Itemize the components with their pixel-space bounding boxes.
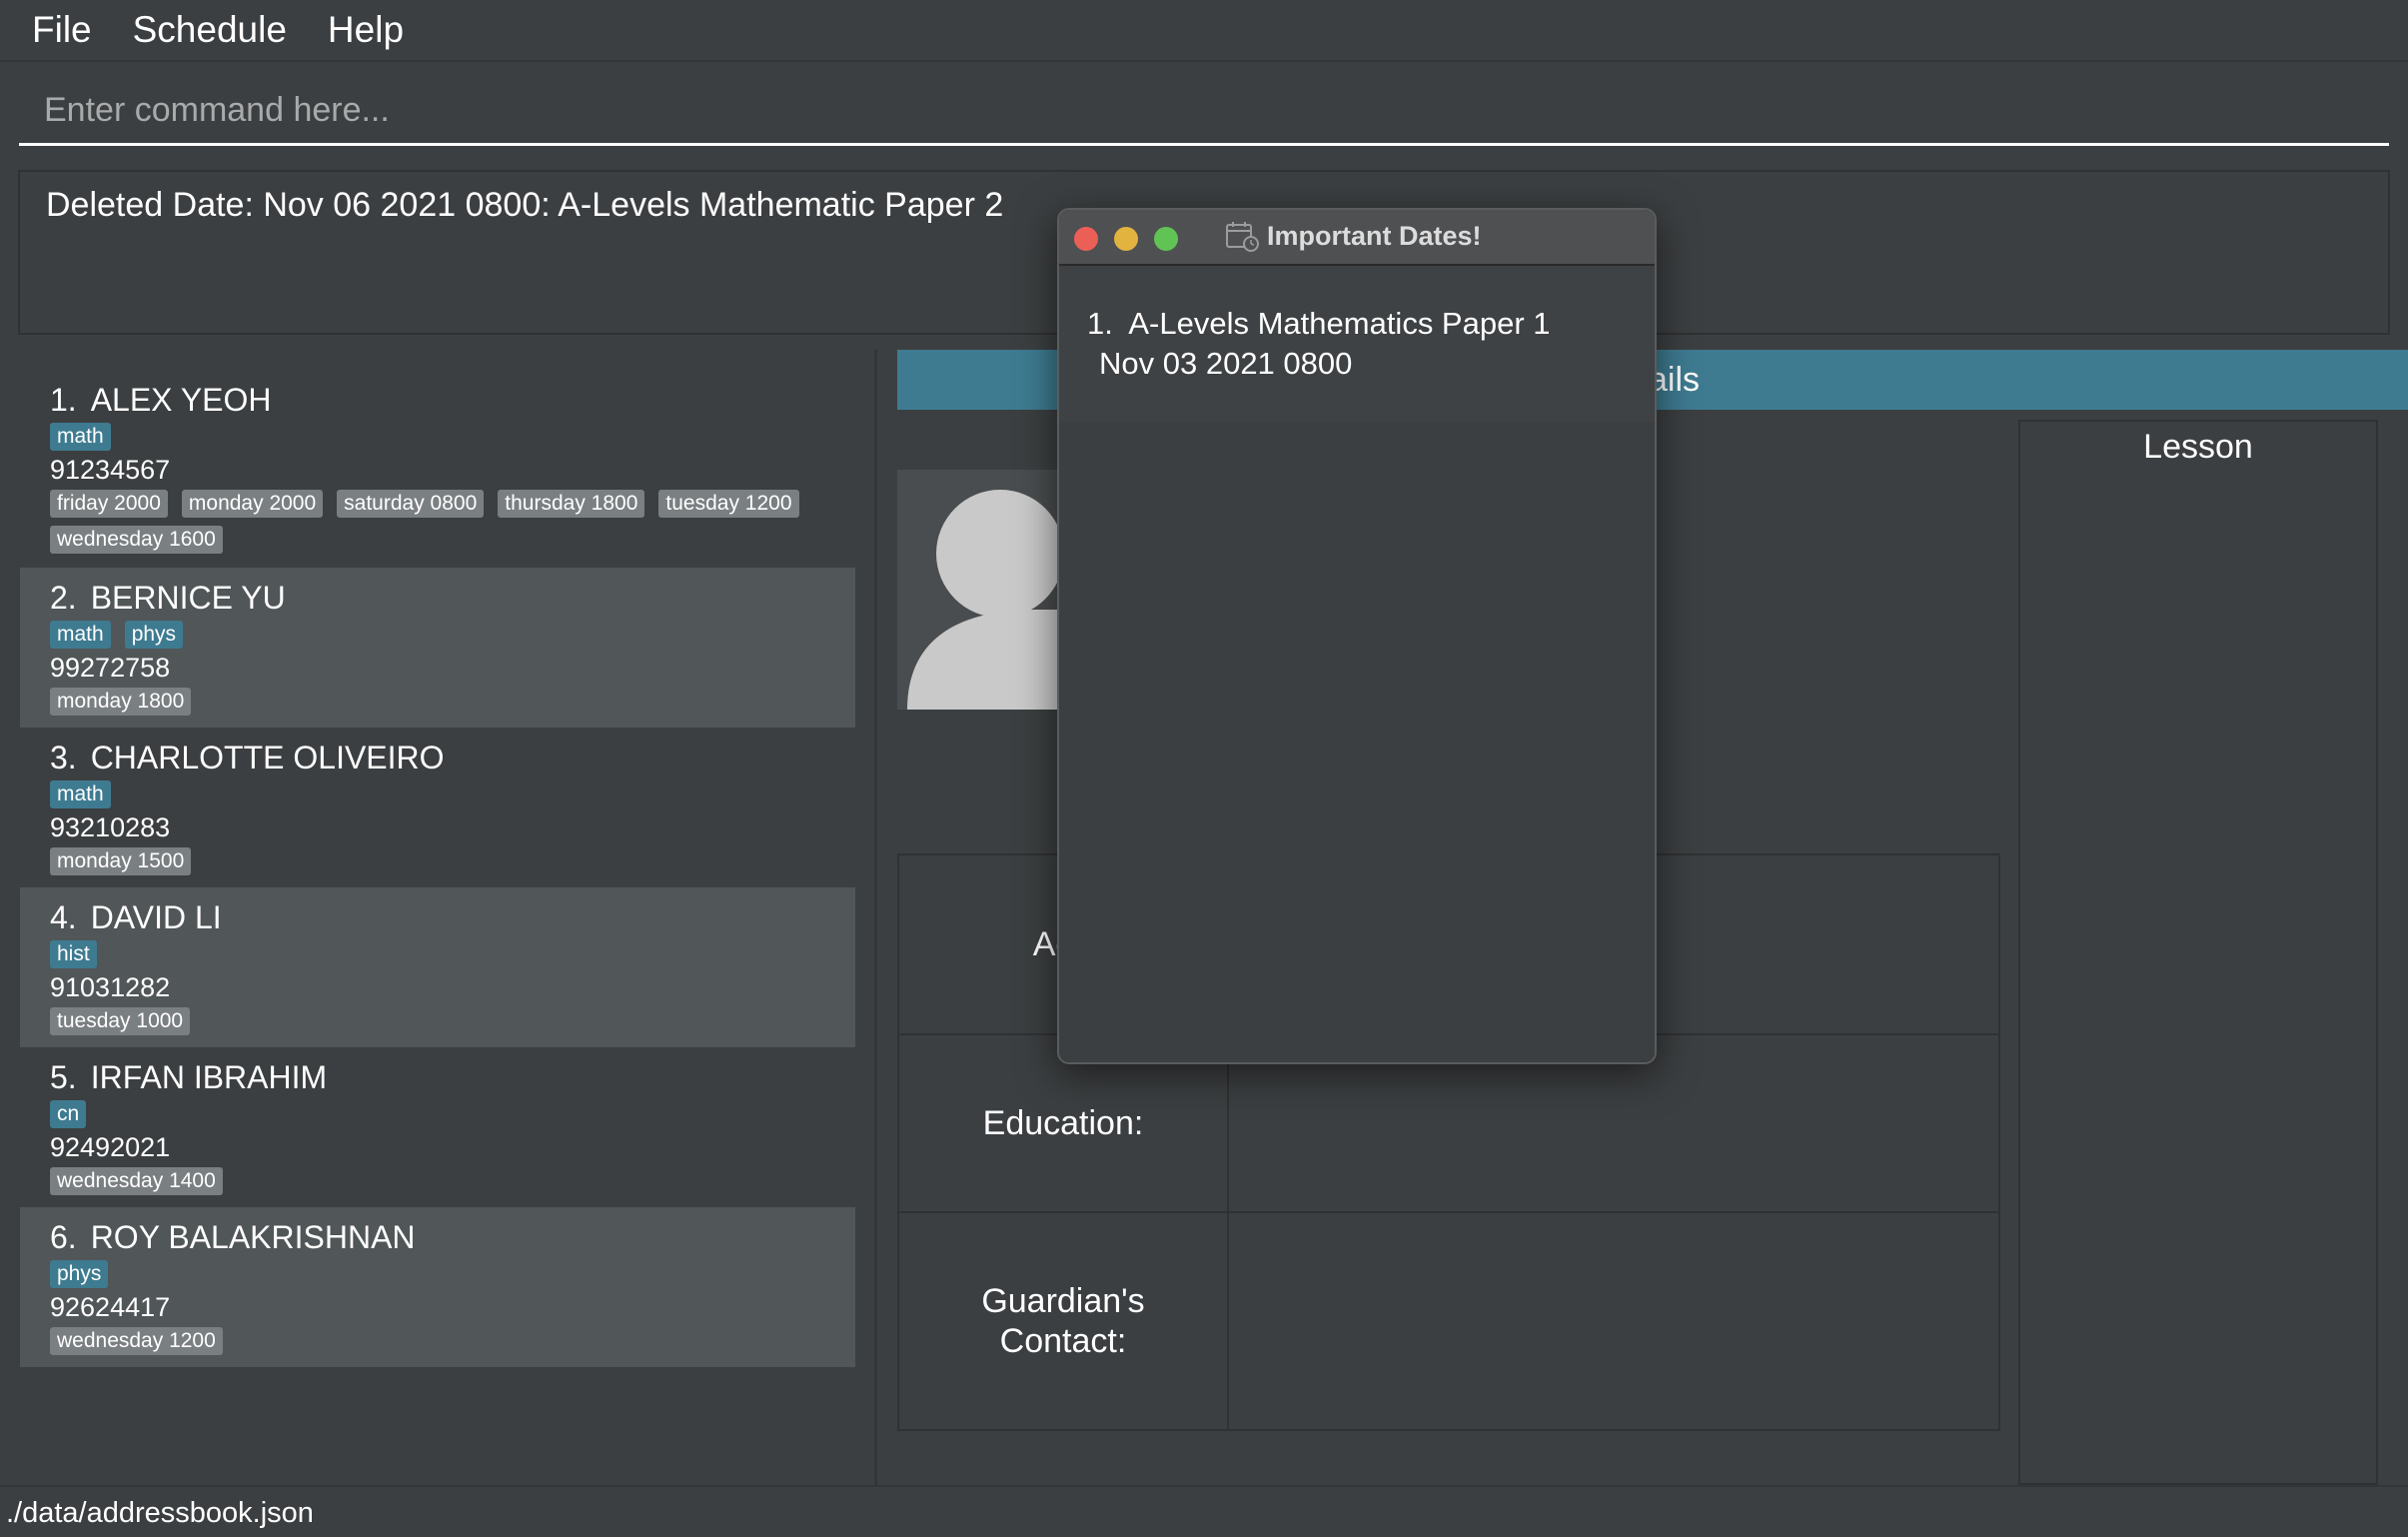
guardian-label-line2: Contact: <box>999 1322 1127 1360</box>
person-index: 3. <box>50 740 77 775</box>
popup-title-text: Important Dates! <box>1267 220 1482 251</box>
person-list[interactable]: 1. ALEX YEOH math 91234567 friday 2000 mo… <box>0 350 877 1485</box>
time-tag: monday 2000 <box>181 490 324 518</box>
person-card[interactable]: 3. CHARLOTTE OLIVEIRO math 93210283 monda… <box>20 728 855 887</box>
close-window-button[interactable] <box>1074 227 1098 251</box>
menu-bar: File Schedule Help <box>0 0 2408 62</box>
person-phone: 93210283 <box>50 812 171 842</box>
person-index: 1. <box>50 382 77 418</box>
subject-tags: phys <box>50 1260 825 1288</box>
person-name-row: 5. IRFAN IBRAHIM <box>50 1059 825 1096</box>
time-tag: wednesday 1600 <box>50 526 223 554</box>
subject-tag: phys <box>124 621 184 649</box>
subject-tag: hist <box>50 940 97 968</box>
popup-title: Important Dates! <box>1225 220 1482 252</box>
important-dates-window[interactable]: Important Dates! 1. A-Levels Mathematics… <box>1057 208 1657 1064</box>
person-name: IRFAN IBRAHIM <box>90 1059 328 1095</box>
time-tags: tuesday 1000 <box>50 1007 825 1035</box>
guardian-row: Guardian's Contact: <box>899 1213 1998 1429</box>
user-silhouette-icon <box>897 470 1059 710</box>
subject-tags: cn <box>50 1100 825 1128</box>
person-phone: 92624417 <box>50 1292 171 1322</box>
time-tag: wednesday 1200 <box>50 1327 223 1355</box>
status-path: ./data/addressbook.json <box>6 1497 314 1529</box>
subject-tag: math <box>50 423 111 451</box>
subject-tags: math phys <box>50 621 825 649</box>
menu-help[interactable]: Help <box>328 9 404 51</box>
person-card[interactable]: 5. IRFAN IBRAHIM cn 92492021 wednesday 14… <box>20 1047 855 1207</box>
person-card[interactable]: 2. BERNICE YU math phys 99272758 monday 1… <box>20 568 855 728</box>
time-tags: friday 2000 monday 2000 saturday 0800 th… <box>50 490 825 554</box>
minimize-window-button[interactable] <box>1114 227 1138 251</box>
time-tag: saturday 0800 <box>337 490 485 518</box>
time-tag: friday 2000 <box>50 490 168 518</box>
date-title: A-Levels Mathematics Paper 1 <box>1128 306 1551 341</box>
time-tag: monday 1500 <box>50 847 192 875</box>
subject-tags: math <box>50 423 825 451</box>
person-phone: 91234567 <box>50 455 171 485</box>
time-tag: monday 1800 <box>50 688 192 716</box>
status-bar: ./data/addressbook.json <box>0 1485 2408 1537</box>
date-item[interactable]: 1. A-Levels Mathematics Paper 1 Nov 03 2… <box>1059 266 1655 422</box>
time-tag: tuesday 1000 <box>50 1007 191 1035</box>
result-text: Deleted Date: Nov 06 2021 0800: A-Levels… <box>46 186 1004 224</box>
time-tag: tuesday 1200 <box>658 490 799 518</box>
person-name-row: 1. ALEX YEOH <box>50 382 825 419</box>
person-card[interactable]: 6. ROY BALAKRISHNAN phys 92624417 wednesd… <box>20 1207 855 1367</box>
person-phone: 91031282 <box>50 972 171 1002</box>
person-name-row: 6. ROY BALAKRISHNAN <box>50 1219 825 1256</box>
person-name-row: 3. CHARLOTTE OLIVEIRO <box>50 740 825 776</box>
subject-tag: math <box>50 780 111 808</box>
person-phone: 92492021 <box>50 1132 171 1162</box>
person-phone: 99272758 <box>50 653 171 683</box>
command-input[interactable] <box>19 78 2389 146</box>
calendar-icon <box>1226 222 1259 252</box>
menu-file[interactable]: File <box>32 9 92 51</box>
time-tags: wednesday 1200 <box>50 1327 825 1355</box>
subject-tag: cn <box>50 1100 87 1128</box>
person-name: BERNICE YU <box>90 580 286 616</box>
time-tags: wednesday 1400 <box>50 1167 825 1195</box>
guardian-label: Guardian's Contact: <box>899 1213 1229 1429</box>
time-tag: wednesday 1400 <box>50 1167 223 1195</box>
person-index: 5. <box>50 1059 77 1095</box>
person-name-row: 4. DAVID LI <box>50 899 825 936</box>
important-dates-list: 1. A-Levels Mathematics Paper 1 Nov 03 2… <box>1059 266 1655 1062</box>
lesson-title: Lesson <box>2143 428 2253 466</box>
lesson-panel: Lesson <box>2018 420 2378 1485</box>
person-index: 2. <box>50 580 77 616</box>
time-tags: monday 1800 <box>50 688 825 716</box>
date-title-row: 1. A-Levels Mathematics Paper 1 <box>1087 304 1627 344</box>
date-index: 1. <box>1087 306 1113 341</box>
time-tag: thursday 1800 <box>498 490 645 518</box>
maximize-window-button[interactable] <box>1154 227 1178 251</box>
person-name: ROY BALAKRISHNAN <box>90 1219 416 1255</box>
date-value: Nov 03 2021 0800 <box>1099 346 1353 381</box>
menu-schedule[interactable]: Schedule <box>133 9 287 51</box>
subject-tag: math <box>50 621 111 649</box>
subject-tag: phys <box>50 1260 109 1288</box>
person-card[interactable]: 4. DAVID LI hist 91031282 tuesday 1000 <box>20 887 855 1047</box>
person-name: ALEX YEOH <box>90 382 272 418</box>
person-index: 4. <box>50 899 77 935</box>
person-name: CHARLOTTE OLIVEIRO <box>90 740 445 775</box>
subject-tags: hist <box>50 940 825 968</box>
subject-tags: math <box>50 780 825 808</box>
person-name: DAVID LI <box>90 899 222 935</box>
popup-titlebar[interactable]: Important Dates! <box>1059 210 1655 266</box>
person-card[interactable]: 1. ALEX YEOH math 91234567 friday 2000 mo… <box>20 370 855 568</box>
guardian-label-line1: Guardian's <box>981 1282 1145 1320</box>
person-index: 6. <box>50 1219 77 1255</box>
person-name-row: 2. BERNICE YU <box>50 580 825 617</box>
time-tags: monday 1500 <box>50 847 825 875</box>
